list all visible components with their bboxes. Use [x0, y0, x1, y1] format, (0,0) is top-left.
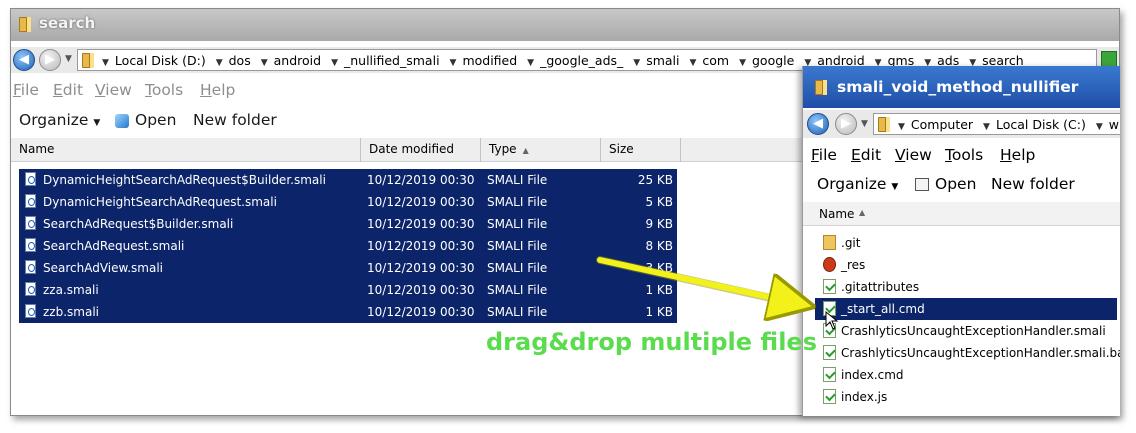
mouse-cursor-icon	[825, 310, 839, 330]
drag-arrow	[596, 256, 839, 330]
arrow-shaft	[597, 257, 792, 302]
annotation-text: drag&drop multiple files	[486, 328, 817, 356]
